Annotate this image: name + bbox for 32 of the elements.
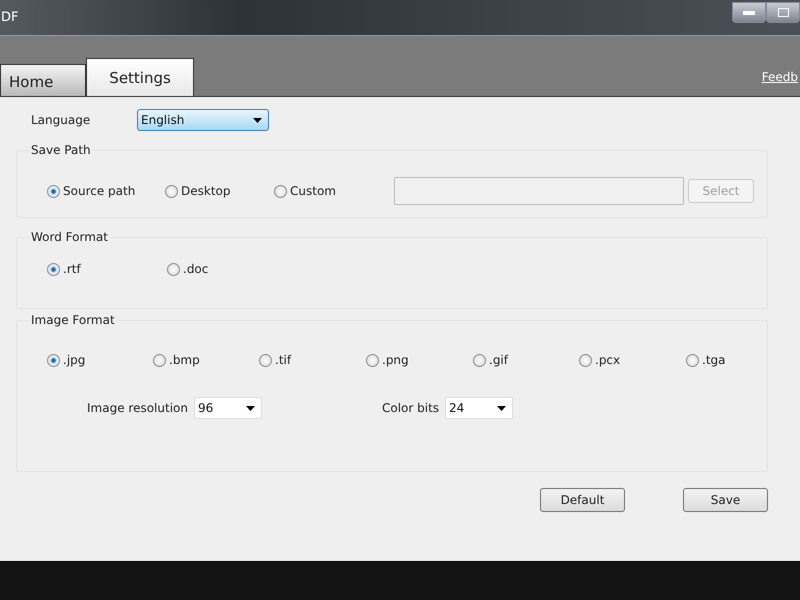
radio-option[interactable]: .jpg <box>47 353 153 367</box>
section-legend: Image Format <box>29 313 117 327</box>
radio-option[interactable]: Custom <box>274 184 394 198</box>
minimize-icon[interactable] <box>732 2 766 23</box>
maximize-icon[interactable] <box>766 2 800 23</box>
section-legend: Save Path <box>29 143 93 157</box>
feedback-link[interactable]: Feedb <box>762 70 798 84</box>
language-dropdown[interactable]: English <box>137 109 269 131</box>
radio-option[interactable]: .gif <box>473 353 579 367</box>
dropdown-arrow-icon <box>246 406 255 410</box>
color-bits-label: Color bits <box>382 401 440 415</box>
dropdown-arrow-icon <box>253 118 262 122</box>
resolution-label: Image resolution <box>87 401 188 415</box>
dropdown-arrow-icon <box>497 406 506 410</box>
radio-option[interactable]: .tif <box>259 353 366 367</box>
resolution-dropdown[interactable]: 96 <box>194 397 262 419</box>
radio-option[interactable]: .bmp <box>153 353 259 367</box>
section-legend: Word Format <box>29 230 110 244</box>
window-title: DF <box>1 10 18 25</box>
action-button[interactable]: Default <box>540 488 625 512</box>
tab[interactable]: Settings <box>86 58 194 96</box>
color-bits-dropdown[interactable]: 24 <box>445 397 514 419</box>
radio-option[interactable]: Desktop <box>165 184 274 198</box>
radio-option[interactable]: Source path <box>47 184 165 198</box>
radio-option[interactable]: .rtf <box>47 262 167 276</box>
tab[interactable]: Home <box>0 64 86 96</box>
radio-option[interactable]: .png <box>366 353 473 367</box>
radio-option[interactable]: .tga <box>686 353 746 367</box>
language-label: Language <box>31 113 92 127</box>
action-button[interactable]: Save <box>683 488 768 512</box>
radio-option[interactable]: .pcx <box>579 353 686 367</box>
radio-option[interactable]: .doc <box>167 262 273 276</box>
